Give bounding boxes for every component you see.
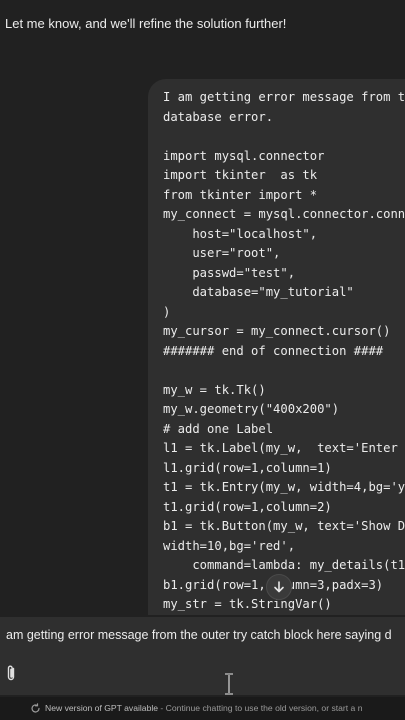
message-line xyxy=(163,361,405,381)
refresh-icon xyxy=(31,703,40,713)
message-line: my_connect = mysql.connector.connect( xyxy=(163,207,405,221)
message-line: import mysql.connector xyxy=(163,148,325,163)
message-line: my_cursor = my_connect.cursor() xyxy=(163,324,391,338)
message-line: ) xyxy=(163,304,171,319)
status-message: New version of GPT available - Continue … xyxy=(45,703,363,713)
message-line xyxy=(163,127,405,147)
text-cursor-icon xyxy=(225,673,233,695)
message-line: database="my_tutorial" xyxy=(163,285,354,299)
assistant-message: Let me know, and we'll refine the soluti… xyxy=(5,16,287,31)
message-line: ####### end of connection #### xyxy=(163,343,384,358)
attach-button[interactable] xyxy=(2,662,20,684)
user-message-text: I am getting error message from the oute… xyxy=(163,88,405,615)
message-line: command=lambda: my_details(t1.get())) xyxy=(192,558,405,572)
message-line: my_w = tk.Tk() xyxy=(163,382,266,397)
message-composer[interactable]: am getting error message from the outer … xyxy=(0,617,405,695)
status-lead: New version of GPT available xyxy=(45,703,159,713)
message-line: b1 = tk.Button(my_w, text='Show Details'… xyxy=(163,519,405,533)
composer-input[interactable]: am getting error message from the outer … xyxy=(6,628,392,642)
arrow-down-icon xyxy=(274,581,284,593)
status-bar: New version of GPT available - Continue … xyxy=(0,697,405,720)
message-line: t1.grid(row=1,column=2) xyxy=(163,499,332,514)
message-line: passwd="test", xyxy=(163,265,296,280)
message-line: import tkinter as tk xyxy=(163,168,318,182)
message-line: l1.grid(row=1,column=1) xyxy=(163,460,332,475)
message-line: my_w.geometry("400x200") xyxy=(163,402,340,416)
message-line: I am getting error message from the oute… xyxy=(163,90,405,104)
paperclip-icon xyxy=(7,665,15,681)
message-line: # add one Label xyxy=(163,421,274,436)
message-line: from tkinter import * xyxy=(163,187,318,202)
scroll-to-bottom-button[interactable] xyxy=(266,574,292,600)
message-line: host="localhost", xyxy=(163,226,318,241)
message-line: t1 = tk.Entry(my_w, width=4,bg='yellow',… xyxy=(163,480,405,494)
message-line: width=10,bg='red', xyxy=(163,538,296,553)
user-message-bubble: I am getting error message from the oute… xyxy=(148,79,405,615)
chat-thread: Let me know, and we'll refine the soluti… xyxy=(0,0,405,615)
message-line: l1 = tk.Label(my_w, text='Enter Student … xyxy=(163,441,398,455)
message-line: database error. xyxy=(163,109,274,124)
message-line: user="root", xyxy=(163,246,281,260)
status-rest: - Continue chatting to use the old versi… xyxy=(158,703,363,713)
